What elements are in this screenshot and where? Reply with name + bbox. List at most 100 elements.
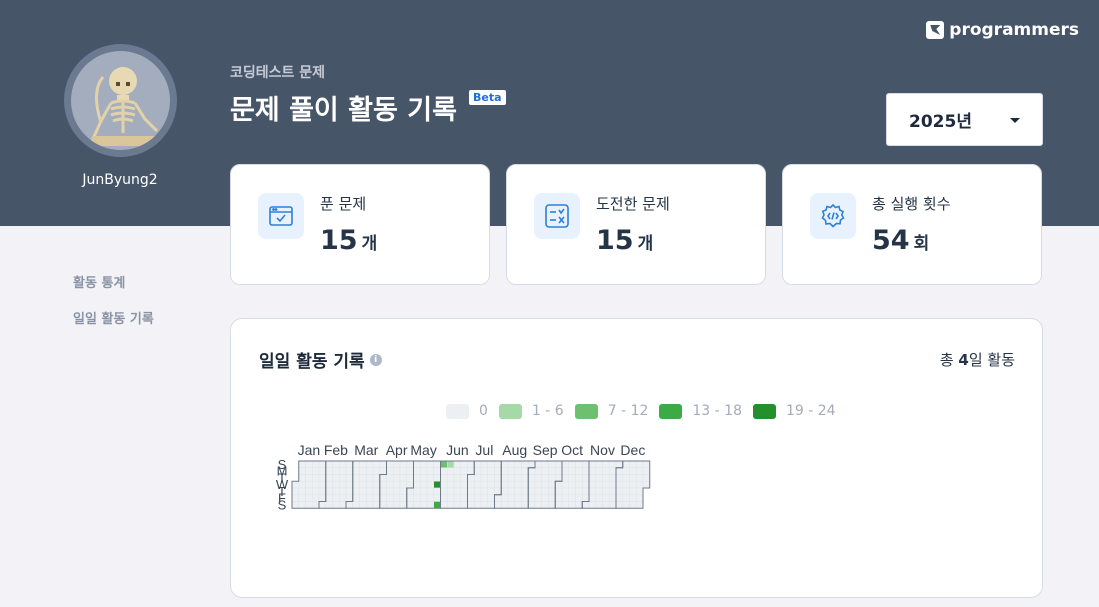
- heatmap-cell[interactable]: [494, 467, 502, 475]
- heatmap-cell[interactable]: [541, 467, 549, 475]
- heatmap-cell-active[interactable]: [440, 460, 448, 468]
- heatmap-cell[interactable]: [507, 501, 515, 509]
- heatmap-cell[interactable]: [312, 474, 320, 482]
- heatmap-cell[interactable]: [440, 487, 448, 495]
- heatmap-cell[interactable]: [298, 481, 306, 489]
- heatmap-cell[interactable]: [386, 481, 394, 489]
- heatmap-cell[interactable]: [386, 460, 394, 468]
- heatmap-cell[interactable]: [345, 487, 353, 495]
- heatmap-cell[interactable]: [399, 481, 407, 489]
- heatmap-cell[interactable]: [352, 487, 360, 495]
- heatmap-cell[interactable]: [433, 460, 441, 468]
- heatmap-cell[interactable]: [406, 474, 414, 482]
- heatmap-cell[interactable]: [595, 460, 603, 468]
- heatmap-cell[interactable]: [440, 501, 448, 509]
- heatmap-cell[interactable]: [345, 474, 353, 482]
- heatmap-cell[interactable]: [359, 474, 367, 482]
- heatmap-cell[interactable]: [615, 487, 623, 495]
- heatmap-cell[interactable]: [393, 467, 401, 475]
- heatmap-cell[interactable]: [426, 494, 434, 502]
- heatmap-cell[interactable]: [629, 474, 637, 482]
- heatmap-cell[interactable]: [298, 474, 306, 482]
- heatmap-cell[interactable]: [359, 481, 367, 489]
- heatmap-cell[interactable]: [595, 467, 603, 475]
- heatmap-cell[interactable]: [379, 474, 387, 482]
- heatmap-cell[interactable]: [447, 501, 455, 509]
- heatmap-cell[interactable]: [622, 460, 630, 468]
- heatmap-cell[interactable]: [426, 481, 434, 489]
- heatmap-cell[interactable]: [379, 494, 387, 502]
- heatmap-cell[interactable]: [642, 467, 650, 475]
- heatmap-cell[interactable]: [305, 467, 313, 475]
- heatmap-cell[interactable]: [568, 501, 576, 509]
- heatmap-cell[interactable]: [406, 460, 414, 468]
- heatmap-cell[interactable]: [541, 474, 549, 482]
- heatmap-cell[interactable]: [372, 467, 380, 475]
- brand-logo[interactable]: programmers: [926, 20, 1079, 40]
- heatmap-cell[interactable]: [291, 487, 299, 495]
- heatmap-cell[interactable]: [386, 487, 394, 495]
- heatmap-cell[interactable]: [474, 474, 482, 482]
- heatmap-cell[interactable]: [399, 501, 407, 509]
- heatmap-cell[interactable]: [622, 467, 630, 475]
- heatmap-cell[interactable]: [622, 481, 630, 489]
- heatmap-cell[interactable]: [541, 501, 549, 509]
- heatmap-cell[interactable]: [494, 460, 502, 468]
- heatmap-cell[interactable]: [372, 501, 380, 509]
- heatmap-cell[interactable]: [480, 487, 488, 495]
- heatmap-cell[interactable]: [480, 501, 488, 509]
- heatmap-cell[interactable]: [399, 467, 407, 475]
- heatmap-cell[interactable]: [615, 467, 623, 475]
- heatmap-cell[interactable]: [507, 481, 515, 489]
- heatmap-cell[interactable]: [561, 501, 569, 509]
- heatmap-cell[interactable]: [372, 460, 380, 468]
- heatmap-cell[interactable]: [312, 487, 320, 495]
- sidebar-item-daily-activity[interactable]: 일일 활동 기록: [73, 308, 154, 327]
- heatmap-cell[interactable]: [521, 494, 529, 502]
- heatmap-cell[interactable]: [366, 460, 374, 468]
- heatmap-cell[interactable]: [298, 467, 306, 475]
- heatmap-cell[interactable]: [609, 487, 617, 495]
- heatmap-cell[interactable]: [460, 501, 468, 509]
- heatmap-cell[interactable]: [615, 481, 623, 489]
- heatmap-cell[interactable]: [413, 501, 421, 509]
- heatmap-cell[interactable]: [352, 474, 360, 482]
- heatmap-cell[interactable]: [528, 460, 536, 468]
- heatmap-cell[interactable]: [420, 460, 428, 468]
- heatmap-cell[interactable]: [366, 474, 374, 482]
- heatmap-cell[interactable]: [514, 481, 522, 489]
- breadcrumb[interactable]: 코딩테스트 문제: [230, 62, 325, 82]
- heatmap-cell[interactable]: [582, 460, 590, 468]
- heatmap-cell[interactable]: [629, 501, 637, 509]
- heatmap-cell[interactable]: [413, 474, 421, 482]
- heatmap-cell[interactable]: [514, 501, 522, 509]
- heatmap-cell[interactable]: [386, 474, 394, 482]
- heatmap-cell[interactable]: [534, 487, 542, 495]
- heatmap-cell[interactable]: [447, 481, 455, 489]
- heatmap-cell[interactable]: [602, 474, 610, 482]
- heatmap-cell[interactable]: [379, 481, 387, 489]
- heatmap-cell[interactable]: [325, 460, 333, 468]
- heatmap-cell[interactable]: [393, 494, 401, 502]
- heatmap-cell[interactable]: [507, 474, 515, 482]
- heatmap-cell[interactable]: [440, 494, 448, 502]
- heatmap-cell[interactable]: [588, 487, 596, 495]
- heatmap-cell[interactable]: [548, 467, 556, 475]
- heatmap-cell[interactable]: [609, 481, 617, 489]
- heatmap-cell[interactable]: [372, 474, 380, 482]
- heatmap-cell[interactable]: [447, 487, 455, 495]
- heatmap-cell[interactable]: [534, 481, 542, 489]
- heatmap-cell[interactable]: [582, 487, 590, 495]
- heatmap-cell[interactable]: [487, 474, 495, 482]
- heatmap-cell[interactable]: [575, 501, 583, 509]
- heatmap-cell[interactable]: [548, 494, 556, 502]
- heatmap-cell[interactable]: [561, 494, 569, 502]
- heatmap-cell[interactable]: [494, 487, 502, 495]
- heatmap-cell[interactable]: [305, 494, 313, 502]
- heatmap-cell[interactable]: [352, 460, 360, 468]
- heatmap-cell[interactable]: [453, 494, 461, 502]
- heatmap-cell[interactable]: [487, 501, 495, 509]
- heatmap-cell[interactable]: [399, 487, 407, 495]
- heatmap-cell[interactable]: [541, 487, 549, 495]
- heatmap-cell[interactable]: [453, 460, 461, 468]
